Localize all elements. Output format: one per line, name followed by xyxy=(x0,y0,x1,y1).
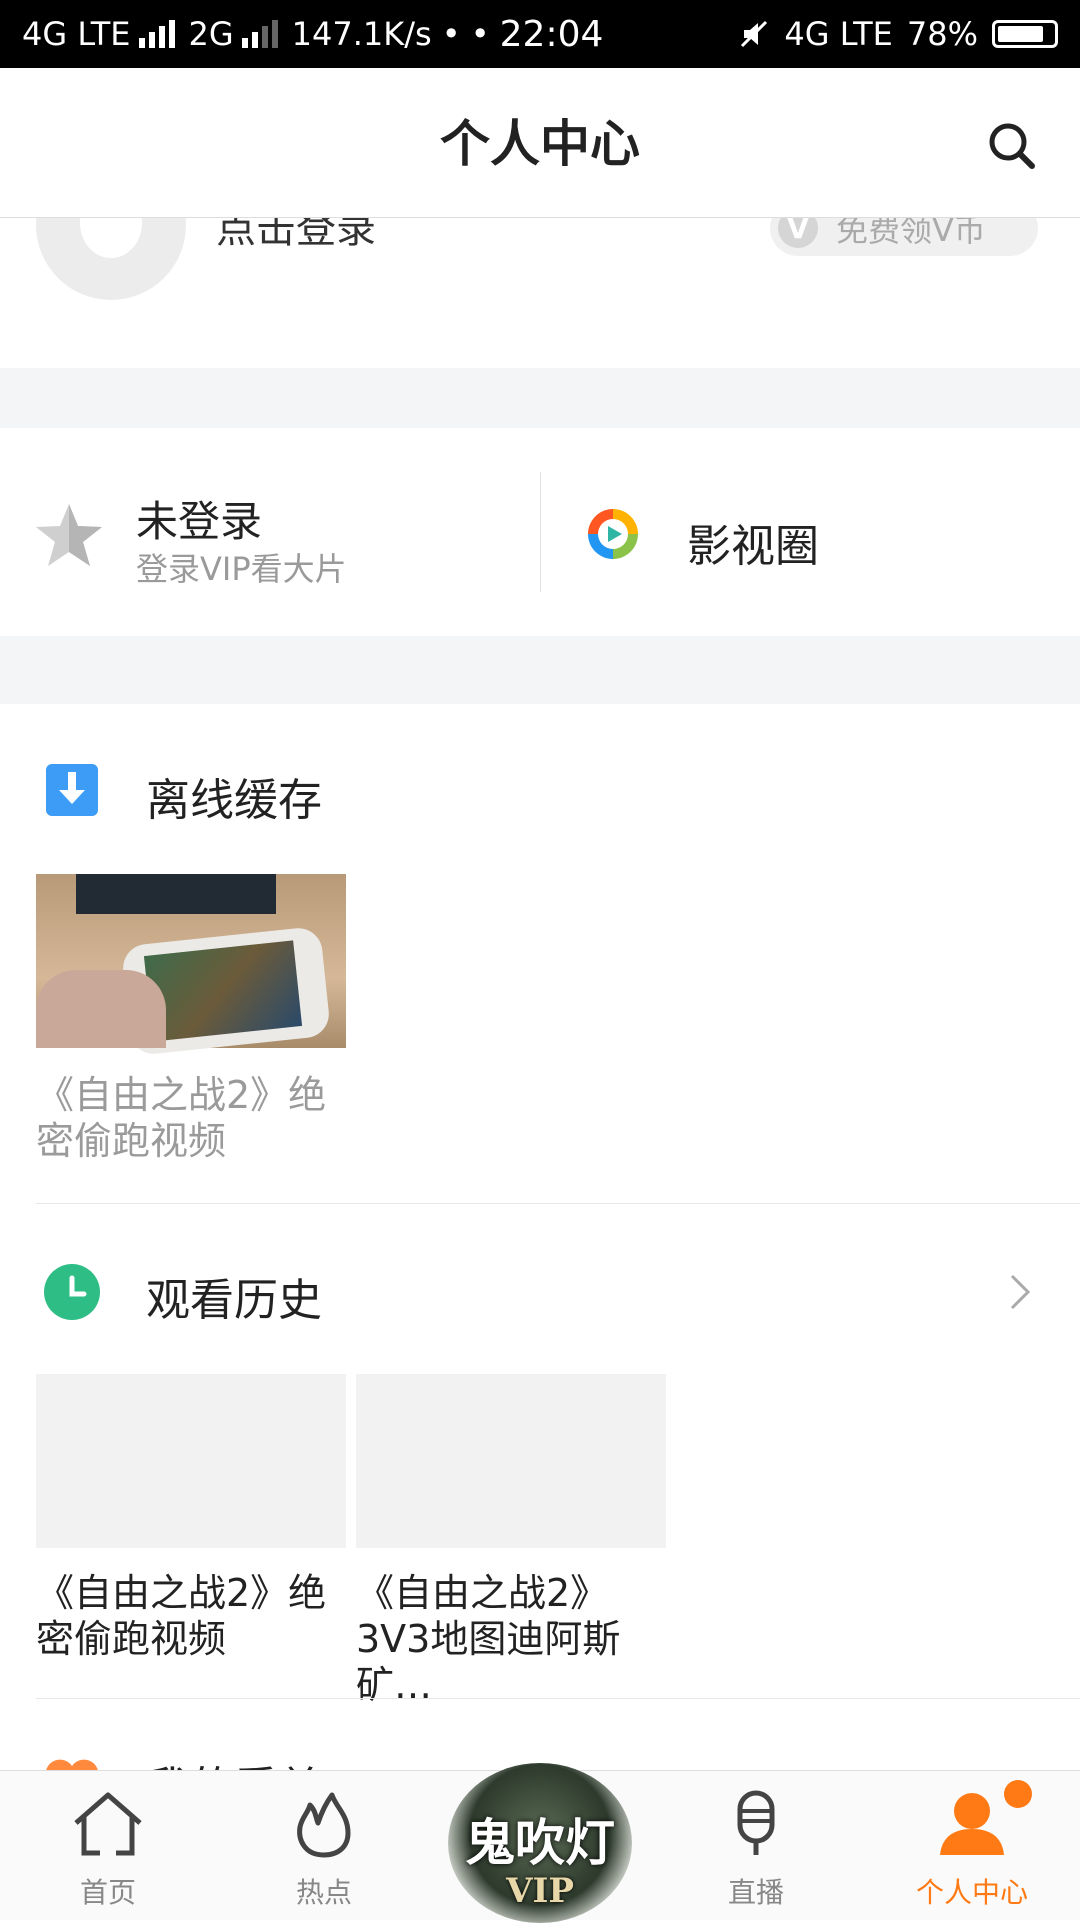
video-thumbnail xyxy=(36,874,346,1057)
download-icon xyxy=(46,764,98,816)
vip-status-title: 未登录 xyxy=(136,497,263,546)
divider xyxy=(36,1698,1080,1699)
history-clock-icon xyxy=(44,1264,100,1320)
nav-profile-label: 个人中心 xyxy=(915,1876,1028,1909)
home-icon xyxy=(74,1792,142,1856)
video-thumbnail xyxy=(356,1374,666,1548)
nav-live-label: 直播 xyxy=(727,1876,784,1909)
nav-profile[interactable]: 个人中心 xyxy=(864,1771,1080,1921)
user-icon xyxy=(940,1793,1004,1855)
page-title: 个人中心 xyxy=(440,115,640,173)
nav-live[interactable]: 直播 xyxy=(648,1771,864,1921)
divider xyxy=(36,1203,1080,1204)
nav-home[interactable]: 首页 xyxy=(0,1771,216,1921)
nav-hot[interactable]: 热点 xyxy=(216,1771,432,1921)
top-bar: 个人中心 xyxy=(0,68,1080,218)
section-gap xyxy=(0,636,1080,704)
search-icon[interactable] xyxy=(982,116,1042,176)
vip-status-entry[interactable]: 未登录 登录VIP看大片 xyxy=(0,428,540,636)
star-icon xyxy=(36,504,102,566)
microphone-icon xyxy=(737,1790,775,1855)
notification-dot xyxy=(1004,1780,1032,1808)
vip-status-subtitle: 登录VIP看大片 xyxy=(136,550,347,588)
nav-home-label: 首页 xyxy=(79,1876,136,1909)
vip-promo-badge: VIP xyxy=(506,1871,574,1911)
film-circle-icon xyxy=(588,509,638,559)
page-content: 点击登录 V 免费领V币 未登录 登录VIP看大片 影视圈 离线缓存 《自由之战… xyxy=(0,0,1080,1920)
offline-cache-title[interactable]: 离线缓存 xyxy=(146,764,322,828)
film-circle-entry[interactable]: 影视圈 xyxy=(541,428,1080,636)
video-thumbnail xyxy=(36,1374,346,1548)
offline-item-title: 《自由之战2》绝密偷跑视频 xyxy=(36,1073,327,1163)
section-gap xyxy=(0,368,1080,428)
watch-history-title[interactable]: 观看历史 xyxy=(146,1264,322,1328)
vip-promo-button[interactable]: 鬼吹灯 VIP xyxy=(448,1763,632,1923)
chevron-right-icon[interactable] xyxy=(1008,1272,1032,1312)
flame-icon xyxy=(297,1792,351,1858)
film-circle-title: 影视圈 xyxy=(687,521,819,572)
bottom-navigation: 首页 热点 鬼吹灯 VIP 直播 个人中心 xyxy=(0,1763,1080,1923)
nav-hot-label: 热点 xyxy=(295,1876,352,1909)
history-item-title: 《自由之战2》绝密偷跑视频 xyxy=(36,1571,327,1661)
vip-promo-title: 鬼吹灯 xyxy=(465,1813,615,1872)
history-item-title: 《自由之战2》3V3地图迪阿斯矿… xyxy=(356,1571,621,1707)
